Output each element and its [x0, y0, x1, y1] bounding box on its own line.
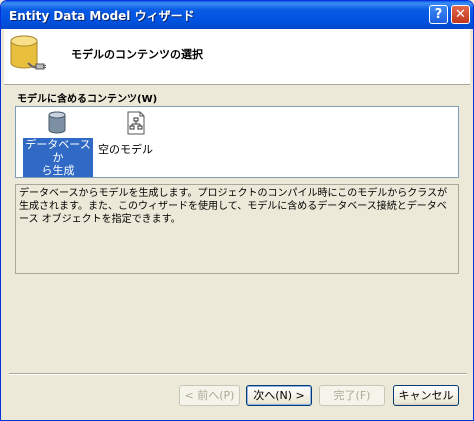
list-item-empty-model[interactable]: [100, 111, 172, 135]
title-bar[interactable]: Entity Data Model ウィザード ? ✕: [1, 1, 473, 29]
empty-model-icon: [127, 111, 145, 135]
wizard-window: Entity Data Model ウィザード ? ✕ モデルのコンテンツの選択…: [0, 0, 474, 421]
cancel-button[interactable]: キャンセル: [393, 385, 459, 406]
next-button[interactable]: 次へ(N) >: [246, 385, 312, 406]
help-button[interactable]: ?: [429, 5, 448, 24]
list-item-generate-from-database[interactable]: データベースか ら生成: [22, 111, 94, 177]
content-listview[interactable]: データベースか ら生成 空のモデル: [15, 106, 459, 178]
finish-button[interactable]: 完了(F): [319, 385, 385, 406]
back-button[interactable]: < 前へ(P): [179, 385, 240, 406]
wizard-header: モデルのコンテンツの選択: [4, 29, 470, 85]
description-text: データベースからモデルを生成します。プロジェクトのコンパイル時にこのモデルからク…: [15, 184, 459, 274]
close-button[interactable]: ✕: [451, 5, 470, 24]
database-connection-icon: [10, 35, 46, 70]
empty-model-label: 空のモデル: [98, 143, 153, 156]
page-title: モデルのコンテンツの選択: [71, 48, 203, 61]
content-section-label: モデルに含めるコンテンツ(W): [17, 94, 158, 105]
item-label-line2: ら生成: [41, 164, 75, 177]
selected-item-label: データベースか ら生成: [23, 138, 93, 177]
window-title: Entity Data Model ウィザード: [9, 9, 195, 23]
item-label-line1: データベースか: [25, 138, 91, 164]
button-separator: [9, 373, 467, 375]
database-icon: [48, 111, 66, 134]
